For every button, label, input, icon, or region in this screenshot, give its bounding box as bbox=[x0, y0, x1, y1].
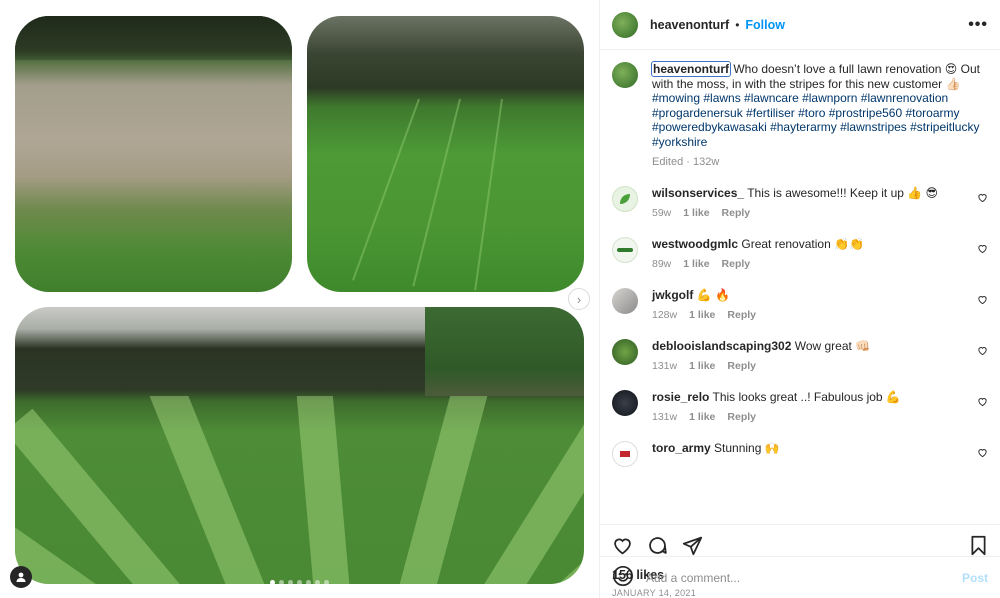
comment-age[interactable]: 89w bbox=[652, 258, 671, 270]
comment-text: Great renovation 👏👏 bbox=[741, 236, 864, 251]
comment-age[interactable]: 131w bbox=[652, 411, 677, 423]
bookmark-icon[interactable] bbox=[969, 535, 988, 559]
comment-username[interactable]: wilsonservices_ bbox=[652, 186, 744, 200]
post-media[interactable]: › bbox=[0, 0, 599, 598]
paper-plane-icon[interactable] bbox=[682, 535, 703, 559]
comment-likes[interactable]: 1 like bbox=[683, 207, 709, 219]
comment-item: westwoodgmlc Great renovation 👏👏 89w 1 li… bbox=[612, 236, 988, 270]
carousel-dots bbox=[270, 580, 329, 585]
caption-author-avatar[interactable] bbox=[612, 62, 638, 88]
instagram-post-viewer: › heavenonturf • Follow ••• heavenonturf… bbox=[0, 0, 1000, 598]
more-options-icon[interactable]: ••• bbox=[968, 16, 988, 34]
commenter-avatar[interactable] bbox=[612, 185, 638, 212]
comment-text: 💪 🔥 bbox=[696, 287, 730, 302]
post-caption: heavenonturf Who doesn’t love a full law… bbox=[612, 61, 988, 168]
add-comment-bar: Add a comment... Post bbox=[600, 556, 1000, 598]
comment-text: Wow great 👊🏻 bbox=[794, 338, 871, 353]
heart-icon[interactable] bbox=[977, 294, 988, 308]
heart-icon[interactable] bbox=[977, 447, 988, 461]
reply-button[interactable]: Reply bbox=[722, 258, 751, 270]
commenter-avatar[interactable] bbox=[612, 440, 638, 467]
emoji-icon[interactable] bbox=[612, 565, 634, 590]
reply-button[interactable]: Reply bbox=[722, 207, 751, 219]
comment-likes[interactable]: 1 like bbox=[689, 309, 715, 321]
comments-scroll-area[interactable]: heavenonturf Who doesn’t love a full law… bbox=[600, 50, 1000, 524]
heart-icon[interactable] bbox=[977, 243, 988, 257]
comment-item: toro_army Stunning 🙌 bbox=[612, 440, 988, 467]
header-separator: • bbox=[735, 17, 740, 32]
reply-button[interactable]: Reply bbox=[727, 411, 756, 423]
caption-username[interactable]: heavenonturf bbox=[650, 61, 732, 77]
follow-button[interactable]: Follow bbox=[745, 18, 785, 32]
reply-button[interactable]: Reply bbox=[727, 360, 756, 372]
comment-username[interactable]: deblooislandscaping302 bbox=[652, 339, 791, 353]
commenter-avatar[interactable] bbox=[612, 236, 638, 263]
photo-mowed-lawn bbox=[307, 16, 584, 292]
comment-text: This looks great ..! Fabulous job 💪 bbox=[712, 389, 901, 404]
comment-username[interactable]: jwkgolf bbox=[652, 288, 693, 302]
author-avatar[interactable] bbox=[612, 11, 638, 38]
heart-icon[interactable] bbox=[977, 396, 988, 410]
heart-icon[interactable] bbox=[977, 192, 988, 206]
comment-icon[interactable] bbox=[647, 535, 668, 559]
caption-meta: Edited · 132w bbox=[652, 155, 720, 168]
comment-username[interactable]: toro_army bbox=[652, 441, 711, 455]
comment-username[interactable]: rosie_relo bbox=[652, 390, 709, 404]
caption-hashtags[interactable]: #mowing #lawns #lawncare #lawnporn #lawn… bbox=[652, 91, 979, 149]
author-username[interactable]: heavenonturf bbox=[650, 18, 729, 32]
user-tag-icon[interactable] bbox=[10, 566, 32, 588]
comment-likes[interactable]: 1 like bbox=[689, 360, 715, 372]
comment-item: rosie_relo This looks great ..! Fabulous… bbox=[612, 389, 988, 423]
heart-icon[interactable] bbox=[977, 345, 988, 359]
commenter-avatar[interactable] bbox=[612, 389, 638, 416]
commenter-avatar[interactable] bbox=[612, 338, 638, 365]
comment-item: wilsonservices_ This is awesome!!! Keep … bbox=[612, 185, 988, 219]
comment-text: This is awesome!!! Keep it up 👍 😎 bbox=[747, 185, 939, 200]
post-comment-button[interactable]: Post bbox=[962, 571, 988, 585]
comment-input[interactable]: Add a comment... bbox=[646, 571, 950, 585]
comment-username[interactable]: westwoodgmlc bbox=[652, 237, 738, 251]
heart-icon[interactable] bbox=[612, 535, 633, 559]
post-header: heavenonturf • Follow ••• bbox=[600, 0, 1000, 50]
photo-striped-lawn bbox=[15, 307, 584, 584]
comment-age[interactable]: 128w bbox=[652, 309, 677, 321]
reply-button[interactable]: Reply bbox=[727, 309, 756, 321]
comment-age[interactable]: 131w bbox=[652, 360, 677, 372]
chevron-right-icon[interactable]: › bbox=[568, 288, 590, 310]
comment-item: jwkgolf 💪 🔥 128w 1 like Reply bbox=[612, 287, 988, 321]
comment-text: Stunning 🙌 bbox=[714, 440, 780, 455]
comment-item: deblooislandscaping302 Wow great 👊🏻 131w… bbox=[612, 338, 988, 372]
commenter-avatar[interactable] bbox=[612, 287, 638, 314]
post-side-panel: heavenonturf • Follow ••• heavenonturf W… bbox=[599, 0, 1000, 598]
comment-age[interactable]: 59w bbox=[652, 207, 671, 219]
comment-likes[interactable]: 1 like bbox=[683, 258, 709, 270]
photo-before-lawn bbox=[15, 16, 292, 292]
comment-likes[interactable]: 1 like bbox=[689, 411, 715, 423]
